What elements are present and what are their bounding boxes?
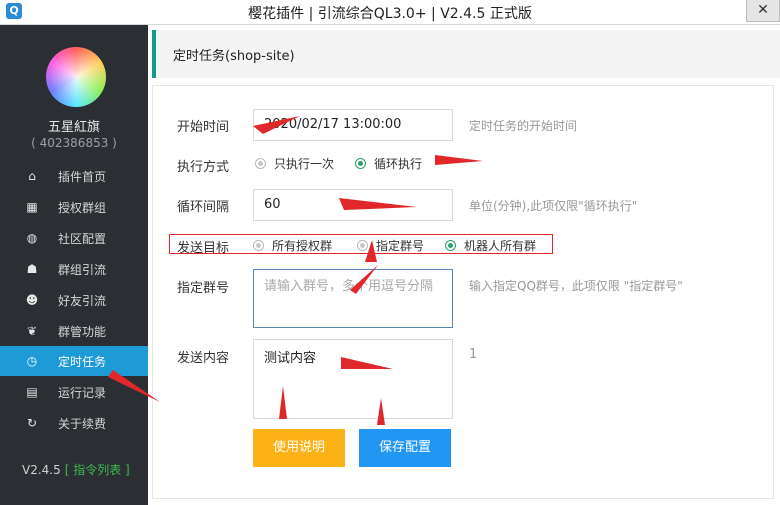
sidebar-item-label: 定时任务 xyxy=(58,355,107,369)
sidebar-item-home[interactable]: ⌂ 插件首页 xyxy=(0,161,148,191)
version-footer: V2.4.5 [ 指令列表 ] xyxy=(22,461,130,478)
mode-loop-label: 循环执行 xyxy=(374,157,423,171)
radio-circle-icon xyxy=(253,240,264,251)
sidebar-item-scheduled-tasks[interactable]: ◷ 定时任务 xyxy=(0,346,148,376)
sidebar-item-label: 群组引流 xyxy=(58,263,107,277)
user-icon: ☻ xyxy=(25,293,39,307)
content-textarea[interactable]: 测试内容 xyxy=(253,339,453,419)
title-bar: Q 樱花插件 | 引流综合QL3.0+ | V2.4.5 正式版 ✕ xyxy=(0,0,780,25)
version-label: V2.4.5 xyxy=(22,463,61,477)
refresh-icon: ↻ xyxy=(26,416,38,430)
mode-label: 执行方式 xyxy=(177,160,230,175)
log-icon: ▤ xyxy=(26,385,38,399)
group-ids-hint: 输入指定QQ群号，此项仅限 "指定群号" xyxy=(469,279,683,293)
sidebar-item-group-management[interactable]: ❦ 群管功能 xyxy=(0,316,148,346)
user-id: ( 402386853 ) xyxy=(31,136,117,150)
globe-icon: ◍ xyxy=(26,231,38,245)
help-button[interactable]: 使用说明 xyxy=(253,429,345,467)
clock-icon: ◷ xyxy=(26,354,38,368)
radio-checked-icon xyxy=(445,240,456,251)
sidebar-item-community-config[interactable]: ◍ 社区配置 xyxy=(0,223,148,253)
task-form-panel: 开始时间 2020/02/17 13:00:00 定时任务的开始时间 执行方式 … xyxy=(152,85,774,499)
mode-loop-radio[interactable]: 循环执行 xyxy=(355,155,422,172)
target-all-authorized-label: 所有授权群 xyxy=(272,239,333,253)
sidebar-item-label: 授权群组 xyxy=(58,201,107,215)
command-list-link[interactable]: [ 指令列表 ] xyxy=(65,463,130,477)
page-header: 定时任务(shop-site) xyxy=(152,30,780,78)
radio-checked-icon xyxy=(355,158,366,169)
start-time-input[interactable]: 2020/02/17 13:00:00 xyxy=(253,109,453,141)
close-button[interactable]: ✕ xyxy=(746,0,780,22)
sidebar: 五星紅旗 ( 402386853 ) ⌂ 插件首页 ▦ 授权群组 ◍ 社区配置 … xyxy=(0,25,148,505)
target-label: 发送目标 xyxy=(177,241,230,256)
sidebar-item-label: 好友引流 xyxy=(58,294,107,308)
target-specific-label: 指定群号 xyxy=(376,239,425,253)
group-ids-label: 指定群号 xyxy=(177,281,230,296)
grid-icon: ▦ xyxy=(26,200,38,214)
start-time-hint: 定时任务的开始时间 xyxy=(469,119,578,133)
target-bot-all-radio[interactable]: 机器人所有群 xyxy=(445,237,536,254)
interval-input[interactable]: 60 xyxy=(253,189,453,221)
sidebar-item-friend-traffic[interactable]: ☻ 好友引流 xyxy=(0,285,148,315)
sidebar-item-label: 插件首页 xyxy=(58,170,107,184)
mode-once-label: 只执行一次 xyxy=(274,157,335,171)
sidebar-item-label: 运行记录 xyxy=(58,386,107,400)
start-time-label: 开始时间 xyxy=(177,120,230,135)
content-label: 发送内容 xyxy=(177,351,230,366)
sidebar-item-label: 群管功能 xyxy=(58,325,107,339)
sidebar-item-label: 关于续费 xyxy=(58,417,107,431)
sidebar-item-renewal[interactable]: ↻ 关于续费 xyxy=(0,408,148,438)
home-icon: ⌂ xyxy=(28,169,36,183)
content-char-count: 1 xyxy=(469,347,478,362)
interval-hint: 单位(分钟),此项仅限"循环执行" xyxy=(469,199,638,213)
save-config-button[interactable]: 保存配置 xyxy=(359,429,451,467)
sidebar-item-label: 社区配置 xyxy=(58,232,107,246)
interval-label: 循环间隔 xyxy=(177,200,230,215)
main-content: 定时任务(shop-site) 开始时间 2020/02/17 13:00:00… xyxy=(148,25,780,505)
group-ids-textarea[interactable]: 请输入群号，多个用逗号分隔 xyxy=(253,269,453,328)
page-title: 定时任务(shop-site) xyxy=(173,49,295,64)
users-icon: ☗ xyxy=(26,262,38,276)
bird-icon: ❦ xyxy=(26,324,38,338)
target-specific-radio[interactable]: 指定群号 xyxy=(357,237,424,254)
target-bot-all-label: 机器人所有群 xyxy=(464,239,537,253)
target-all-authorized-radio[interactable]: 所有授权群 xyxy=(253,237,332,254)
window-title: 樱花插件 | 引流综合QL3.0+ | V2.4.5 正式版 xyxy=(248,6,532,22)
radio-circle-icon xyxy=(357,240,368,251)
sidebar-item-group-traffic[interactable]: ☗ 群组引流 xyxy=(0,254,148,284)
user-name: 五星紅旗 xyxy=(47,120,100,135)
avatar[interactable] xyxy=(46,47,106,107)
sidebar-item-authorized-groups[interactable]: ▦ 授权群组 xyxy=(0,192,148,222)
radio-circle-icon xyxy=(255,158,266,169)
mode-once-radio[interactable]: 只执行一次 xyxy=(255,155,334,172)
sidebar-item-run-log[interactable]: ▤ 运行记录 xyxy=(0,377,148,407)
